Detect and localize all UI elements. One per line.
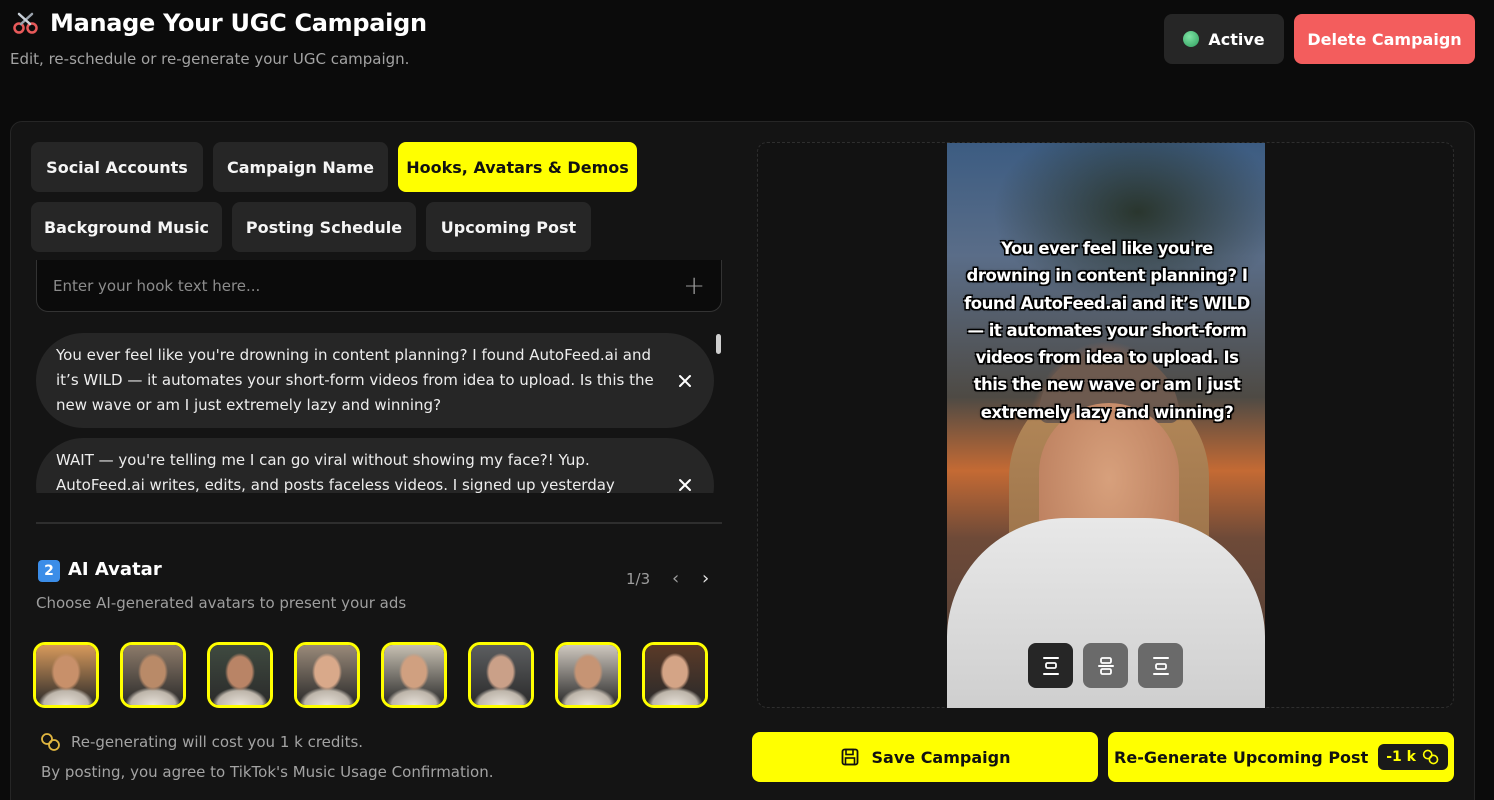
- remove-hook-icon[interactable]: [678, 374, 692, 388]
- avatar-image: [210, 645, 270, 705]
- align-middle-button[interactable]: [1083, 643, 1128, 688]
- save-campaign-label: Save Campaign: [871, 747, 1011, 767]
- avatar-section-subtitle: Choose AI-generated avatars to present y…: [36, 594, 407, 612]
- avatar-section-title: AI Avatar: [68, 559, 162, 580]
- hook-text: You ever feel like you're drowning in co…: [56, 346, 654, 414]
- music-usage-note: By posting, you agree to TikTok's Music …: [41, 763, 494, 781]
- status-dot-icon: [1183, 31, 1200, 47]
- credit-note: Re-generating will cost you 1 k credits.: [71, 733, 364, 751]
- save-campaign-button[interactable]: Save Campaign: [752, 732, 1098, 782]
- status-label: Active: [1208, 29, 1265, 49]
- avatar-option[interactable]: [468, 642, 534, 708]
- avatar-pager: 1/3: [626, 570, 651, 588]
- delete-campaign-button[interactable]: Delete Campaign: [1294, 14, 1475, 64]
- avatar-option[interactable]: [120, 642, 186, 708]
- section-divider: [36, 522, 722, 524]
- save-icon: [841, 748, 858, 766]
- coins-icon: [40, 733, 62, 751]
- scissors-icon: [12, 12, 40, 36]
- keycap-2-icon: 2: [38, 560, 60, 582]
- cost-badge: -1 k: [1378, 744, 1448, 770]
- avatar-image: [471, 645, 531, 705]
- avatar-option[interactable]: [642, 642, 708, 708]
- hooks-list[interactable]: You ever feel like you're drowning in co…: [36, 333, 722, 493]
- align-bottom-button[interactable]: [1138, 643, 1183, 688]
- tab-social-accounts[interactable]: Social Accounts: [31, 142, 203, 192]
- tab-posting-schedule[interactable]: Posting Schedule: [232, 202, 416, 252]
- hook-text-input[interactable]: [53, 276, 684, 295]
- align-bottom-icon: [1152, 656, 1169, 675]
- avatar-option[interactable]: [33, 642, 99, 708]
- hook-input-row: +: [36, 260, 722, 312]
- tab-campaign-name[interactable]: Campaign Name: [213, 142, 388, 192]
- tab-upcoming-post[interactable]: Upcoming Post: [426, 202, 591, 252]
- avatar-image: [123, 645, 183, 705]
- video-overlay-text: You ever feel like you're drowning in co…: [964, 239, 1250, 422]
- page-subtitle: Edit, re-schedule or re-generate your UG…: [10, 50, 410, 68]
- avatar-option[interactable]: [294, 642, 360, 708]
- avatar-image: [384, 645, 444, 705]
- status-button[interactable]: Active: [1164, 14, 1284, 64]
- avatar-image: [645, 645, 705, 705]
- tab-hooks-avatars-demos[interactable]: Hooks, Avatars & Demos: [398, 142, 637, 192]
- align-top-icon: [1042, 656, 1059, 675]
- hook-item: You ever feel like you're drowning in co…: [36, 333, 714, 428]
- hooks-scrollbar[interactable]: [716, 334, 721, 354]
- coins-icon: [1422, 749, 1439, 765]
- align-top-button[interactable]: [1028, 643, 1073, 688]
- remove-hook-icon[interactable]: [678, 478, 692, 492]
- avatar-image: [558, 645, 618, 705]
- chevron-left-icon[interactable]: ‹: [672, 570, 679, 588]
- avatar-image: [297, 645, 357, 705]
- avatar-option[interactable]: [381, 642, 447, 708]
- align-middle-icon: [1097, 656, 1114, 675]
- hook-text: WAIT — you're telling me I can go viral …: [56, 451, 615, 493]
- avatar-option[interactable]: [555, 642, 621, 708]
- tab-background-music[interactable]: Background Music: [31, 202, 222, 252]
- hook-item: WAIT — you're telling me I can go viral …: [36, 438, 714, 493]
- regenerate-label: Re-Generate Upcoming Post: [1114, 747, 1369, 767]
- cost-value: -1 k: [1386, 749, 1416, 765]
- page-title: Manage Your UGC Campaign: [50, 9, 427, 37]
- avatar-option[interactable]: [207, 642, 273, 708]
- avatar-image: [36, 645, 96, 705]
- regenerate-post-button[interactable]: Re-Generate Upcoming Post -1 k: [1108, 732, 1454, 782]
- chevron-right-icon[interactable]: ›: [702, 570, 709, 588]
- add-hook-icon[interactable]: +: [683, 273, 705, 299]
